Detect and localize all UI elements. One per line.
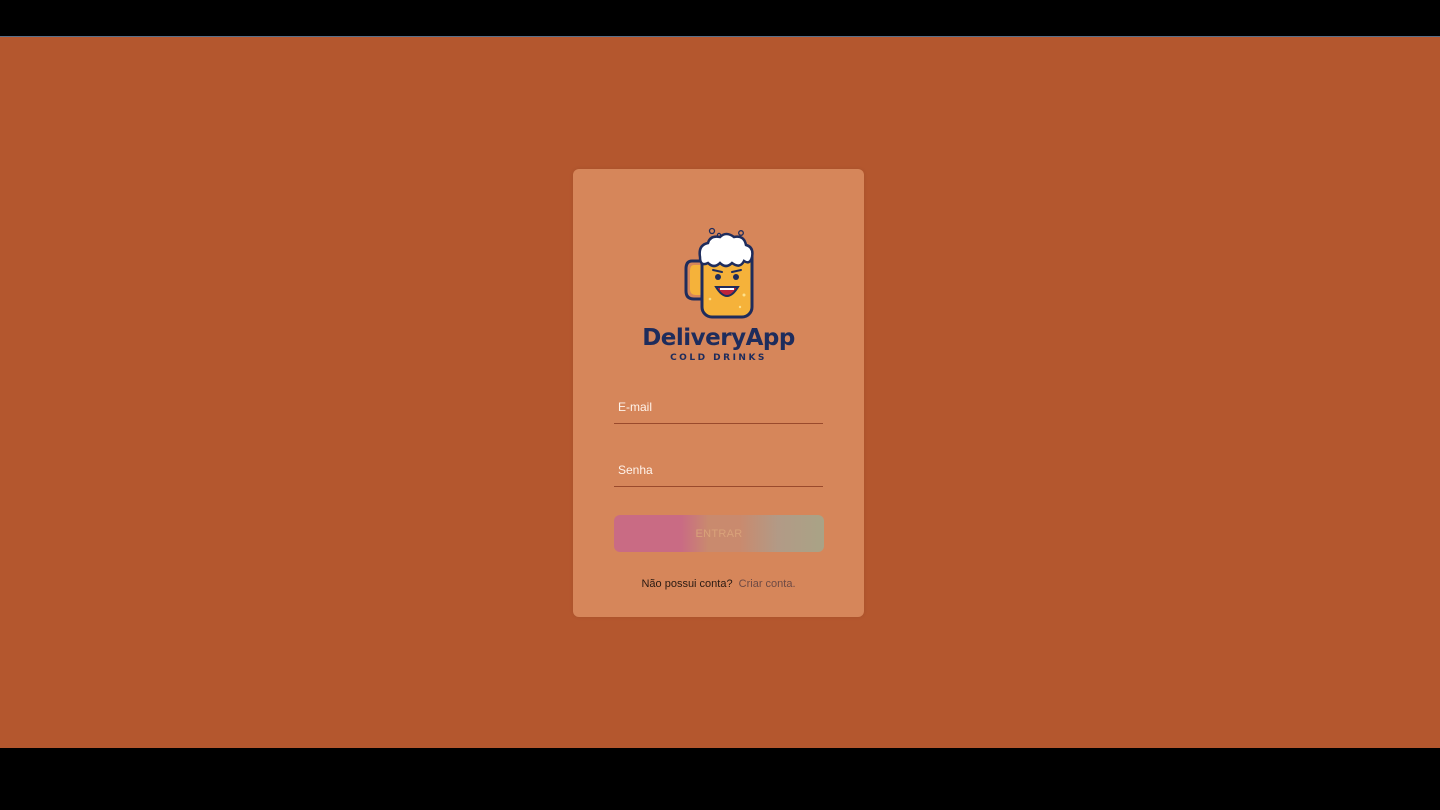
login-button[interactable]: ENTRAR	[614, 515, 824, 552]
email-input[interactable]	[614, 394, 823, 424]
brand-name: DeliveryApp	[642, 325, 795, 351]
signup-prompt: Não possui conta? Criar conta.	[573, 578, 864, 590]
login-card: DeliveryApp COLD DRINKS ENTRAR Não possu…	[573, 169, 864, 617]
brand-tagline: COLD DRINKS	[670, 353, 767, 363]
letterbox-bottom	[0, 748, 1440, 810]
brand-logo: DeliveryApp COLD DRINKS	[573, 225, 864, 375]
beer-mug-mascot-icon	[684, 227, 754, 319]
create-account-link[interactable]: Criar conta.	[739, 578, 796, 590]
no-account-text: Não possui conta?	[641, 578, 733, 590]
password-input[interactable]	[614, 457, 823, 487]
letterbox-top	[0, 0, 1440, 36]
